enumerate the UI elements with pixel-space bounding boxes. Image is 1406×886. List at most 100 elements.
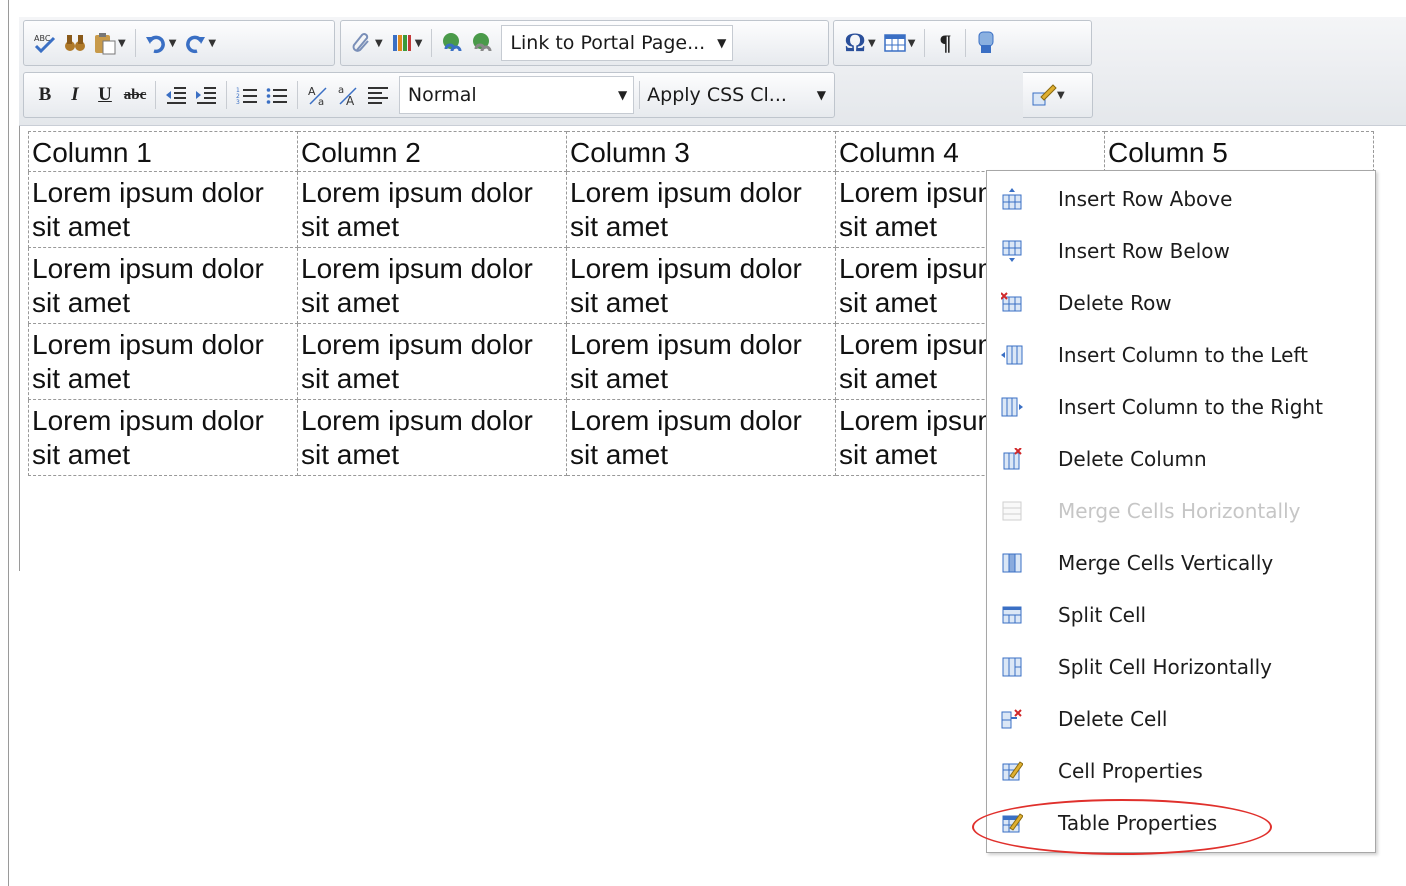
- align-icon[interactable]: [365, 79, 391, 111]
- special-characters-icon[interactable]: Ω: [842, 27, 868, 59]
- italic-button[interactable]: I: [62, 79, 88, 111]
- menu-item-split-cell[interactable]: Split Cell: [987, 589, 1375, 641]
- show-paragraph-marks-icon[interactable]: ¶: [932, 27, 958, 59]
- menu-item-split-cell-horizontally[interactable]: Split Cell Horizontally: [987, 641, 1375, 693]
- toolbar-group-links: ▼ ▼ Link to Portal Page... ▼: [340, 20, 829, 66]
- delete-column-icon: [1001, 448, 1023, 470]
- table-cell[interactable]: Lorem ipsum dolor sit amet: [28, 399, 298, 476]
- toolbar-group-format-painter: ▼: [1023, 72, 1093, 118]
- table-cell[interactable]: Lorem ipsum dolor sit amet: [566, 171, 836, 248]
- remove-link-icon[interactable]: [469, 27, 495, 59]
- menu-item-delete-cell[interactable]: Delete Cell: [987, 693, 1375, 745]
- format-painter-icon[interactable]: [1031, 79, 1057, 111]
- table-header-cell[interactable]: Column 4: [835, 131, 1105, 172]
- toolbar-separator: [924, 29, 926, 57]
- svg-text:a: a: [318, 97, 324, 106]
- paste-icon[interactable]: [92, 27, 118, 59]
- link-to-portal-page-dropdown[interactable]: Link to Portal Page... ▼: [501, 25, 734, 61]
- link-to-portal-page-label: Link to Portal Page...: [510, 32, 706, 54]
- menu-item-label: Insert Row Below: [1058, 239, 1230, 263]
- subscript-icon[interactable]: aA: [335, 79, 361, 111]
- table-cell[interactable]: Lorem ipsum dolor sit amet: [566, 399, 836, 476]
- menu-item-label: Delete Cell: [1058, 707, 1168, 731]
- menu-item-label: Split Cell Horizontally: [1058, 655, 1272, 679]
- delete-cell-icon: [1001, 708, 1023, 730]
- paperclip-dropdown-icon[interactable]: ▼: [375, 38, 383, 49]
- menu-item-insert-row-below[interactable]: Insert Row Below: [987, 225, 1375, 277]
- table-header-cell[interactable]: Column 2: [297, 131, 567, 172]
- toolbar-separator: [296, 81, 298, 109]
- menu-item-label: Cell Properties: [1058, 759, 1203, 783]
- table-header-cell[interactable]: Column 3: [566, 131, 836, 172]
- menu-item-label: Insert Column to the Right: [1058, 395, 1323, 419]
- insert-table-dropdown-icon[interactable]: ▼: [908, 38, 916, 49]
- table-cell[interactable]: Lorem ipsum dolor sit amet: [566, 247, 836, 324]
- table-cell[interactable]: Lorem ipsum dolor sit amet: [297, 171, 567, 248]
- format-painter-dropdown-icon[interactable]: ▼: [1057, 90, 1065, 101]
- hyperlink-icon[interactable]: [439, 27, 465, 59]
- table-header-cell[interactable]: Column 1: [28, 131, 298, 172]
- redo-dropdown-icon[interactable]: ▼: [208, 38, 216, 49]
- toolbar-separator: [639, 81, 641, 109]
- superscript-icon[interactable]: Aa: [305, 79, 331, 111]
- media-dropdown-icon[interactable]: ▼: [415, 38, 423, 49]
- toolbar-separator: [134, 29, 136, 57]
- toolbar-group-edit: ABC ▼ ▼ ▼: [23, 20, 335, 66]
- special-characters-dropdown-icon[interactable]: ▼: [868, 38, 876, 49]
- strikethrough-button[interactable]: abc: [122, 79, 148, 111]
- menu-item-merge-cells-horizontally: Merge Cells Horizontally: [987, 485, 1375, 537]
- svg-text:3: 3: [236, 99, 240, 105]
- menu-item-delete-row[interactable]: Delete Row: [987, 277, 1375, 329]
- outdent-icon[interactable]: [163, 79, 189, 111]
- table-cell[interactable]: Lorem ipsum dolor sit amet: [28, 171, 298, 248]
- highlight-annotation-ring: [972, 799, 1272, 855]
- svg-text:A: A: [308, 85, 316, 98]
- menu-item-label: Insert Row Above: [1058, 187, 1233, 211]
- indent-icon[interactable]: [193, 79, 219, 111]
- menu-item-label: Delete Column: [1058, 447, 1207, 471]
- paragraph-style-dropdown[interactable]: Normal ▼: [398, 76, 635, 114]
- toolbar-separator: [431, 29, 433, 57]
- underline-button[interactable]: U: [92, 79, 118, 111]
- bulleted-list-icon[interactable]: [264, 79, 290, 111]
- menu-item-insert-column-left[interactable]: Insert Column to the Left: [987, 329, 1375, 381]
- toolbar-separator: [225, 81, 227, 109]
- insert-table-icon[interactable]: [882, 27, 908, 59]
- paste-dropdown-icon[interactable]: ▼: [118, 38, 126, 49]
- chevron-down-icon: ▼: [816, 88, 827, 102]
- table-cell[interactable]: Lorem ipsum dolor sit amet: [297, 247, 567, 324]
- media-library-icon[interactable]: [389, 27, 415, 59]
- apply-css-class-dropdown[interactable]: Apply CSS Cl... ▼: [645, 76, 828, 114]
- menu-item-insert-column-right[interactable]: Insert Column to the Right: [987, 381, 1375, 433]
- menu-item-delete-column[interactable]: Delete Column: [987, 433, 1375, 485]
- paperclip-icon[interactable]: [349, 27, 375, 59]
- table-cell[interactable]: Lorem ipsum dolor sit amet: [297, 399, 567, 476]
- numbered-list-icon[interactable]: 123: [234, 79, 260, 111]
- spellcheck-icon[interactable]: ABC: [32, 27, 58, 59]
- merge-cells-horizontally-icon: [1001, 500, 1023, 522]
- table-cell[interactable]: Lorem ipsum dolor sit amet: [297, 323, 567, 400]
- table-cell[interactable]: Lorem ipsum dolor sit amet: [28, 323, 298, 400]
- table-header-cell[interactable]: Column 5: [1104, 131, 1374, 172]
- chevron-down-icon: ▼: [717, 36, 727, 50]
- cell-properties-icon: [1001, 760, 1023, 782]
- delete-row-icon: [1001, 292, 1023, 314]
- undo-dropdown-icon[interactable]: ▼: [169, 38, 177, 49]
- table-cell[interactable]: Lorem ipsum dolor sit amet: [566, 323, 836, 400]
- menu-item-cell-properties[interactable]: Cell Properties: [987, 745, 1375, 797]
- table-cell[interactable]: Lorem ipsum dolor sit amet: [28, 247, 298, 324]
- redo-icon[interactable]: [182, 27, 208, 59]
- chevron-down-icon: ▼: [617, 88, 628, 102]
- split-cell-horizontally-icon: [1001, 656, 1023, 678]
- bold-button[interactable]: B: [32, 79, 58, 111]
- menu-item-merge-cells-vertically[interactable]: Merge Cells Vertically: [987, 537, 1375, 589]
- split-cell-icon: [1001, 604, 1023, 626]
- paste-from-word-icon[interactable]: [973, 27, 999, 59]
- undo-icon[interactable]: [143, 27, 169, 59]
- insert-row-above-icon: [1001, 188, 1023, 210]
- menu-item-insert-row-above[interactable]: Insert Row Above: [987, 173, 1375, 225]
- find-binoculars-icon[interactable]: [62, 27, 88, 59]
- insert-column-right-icon: [1001, 396, 1023, 418]
- menu-item-label: Split Cell: [1058, 603, 1147, 627]
- toolbar-group-insert: Ω ▼ ▼ ¶: [833, 20, 1092, 66]
